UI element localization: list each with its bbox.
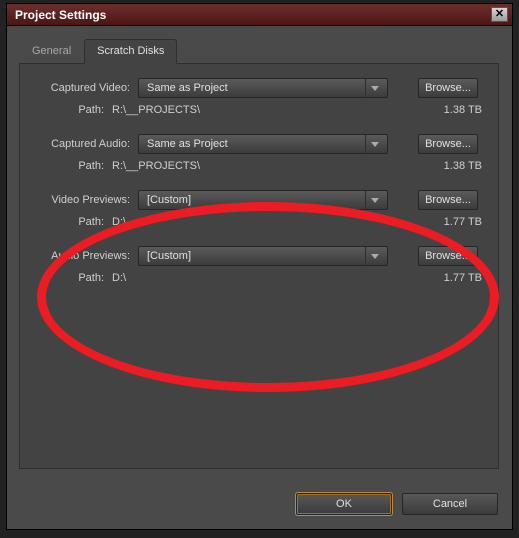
- captured-audio-label: Captured Audio:: [30, 138, 138, 150]
- audio-previews-dropdown[interactable]: [Custom]: [138, 246, 388, 266]
- audio-previews-label: Audio Previews:: [30, 250, 138, 262]
- captured-video-value: Same as Project: [147, 82, 228, 94]
- captured-video-size: 1.38 TB: [408, 104, 488, 116]
- tabstrip: General Scratch Disks: [19, 38, 499, 64]
- ok-button[interactable]: OK: [296, 493, 392, 515]
- captured-video-browse-button[interactable]: Browse...: [418, 78, 478, 98]
- video-previews-browse-button[interactable]: Browse...: [418, 190, 478, 210]
- captured-audio-path: R:\__PROJECTS\: [112, 160, 408, 172]
- captured-video-path: R:\__PROJECTS\: [112, 104, 408, 116]
- captured-audio-size: 1.38 TB: [408, 160, 488, 172]
- captured-video-dropdown[interactable]: Same as Project: [138, 78, 388, 98]
- video-previews-label: Video Previews:: [30, 194, 138, 206]
- chevron-down-icon: [365, 135, 383, 153]
- close-button[interactable]: ✕: [491, 7, 508, 22]
- chevron-down-icon: [365, 191, 383, 209]
- tab-general[interactable]: General: [19, 39, 84, 64]
- dialog-footer: OK Cancel: [296, 493, 498, 515]
- chevron-down-icon: [365, 247, 383, 265]
- video-previews-dropdown[interactable]: [Custom]: [138, 190, 388, 210]
- video-previews-path-label: Path:: [30, 216, 112, 228]
- captured-video-path-label: Path:: [30, 104, 112, 116]
- video-previews-value: [Custom]: [147, 194, 191, 206]
- scratch-disks-panel: Captured Video: Same as Project Browse..…: [19, 64, 499, 469]
- captured-video-label: Captured Video:: [30, 82, 138, 94]
- audio-previews-path-label: Path:: [30, 272, 112, 284]
- titlebar[interactable]: Project Settings ✕: [7, 4, 512, 26]
- captured-audio-browse-button[interactable]: Browse...: [418, 134, 478, 154]
- audio-previews-value: [Custom]: [147, 250, 191, 262]
- audio-previews-browse-button[interactable]: Browse...: [418, 246, 478, 266]
- dialog-title: Project Settings: [15, 8, 106, 22]
- video-previews-path: D:\: [112, 216, 408, 228]
- chevron-down-icon: [365, 79, 383, 97]
- captured-audio-path-label: Path:: [30, 160, 112, 172]
- captured-audio-dropdown[interactable]: Same as Project: [138, 134, 388, 154]
- tab-scratch-disks[interactable]: Scratch Disks: [84, 39, 177, 64]
- project-settings-dialog: Project Settings ✕ General Scratch Disks…: [6, 3, 513, 530]
- captured-audio-value: Same as Project: [147, 138, 228, 150]
- video-previews-size: 1.77 TB: [408, 216, 488, 228]
- audio-previews-size: 1.77 TB: [408, 272, 488, 284]
- audio-previews-path: D:\: [112, 272, 408, 284]
- cancel-button[interactable]: Cancel: [402, 493, 498, 515]
